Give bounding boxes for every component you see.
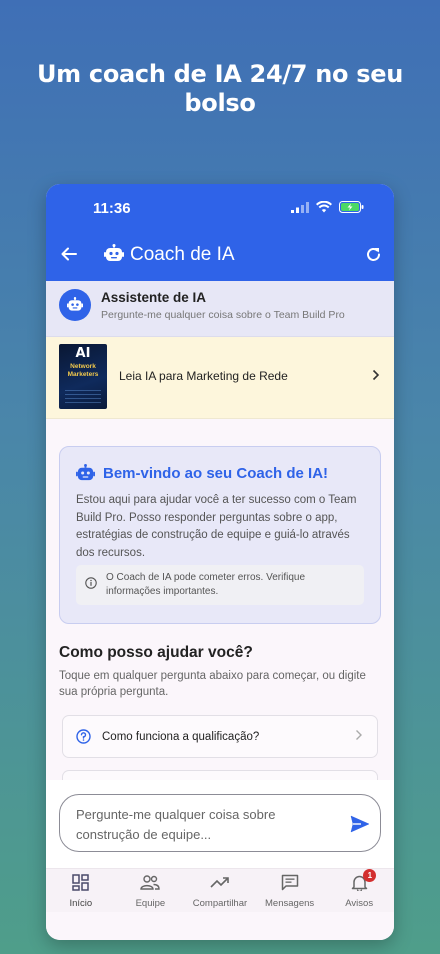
bottom-navigation: Início Equipe Compartilhar Mensagens 1 A… <box>46 868 394 912</box>
page-title: Coach de IA <box>130 244 235 265</box>
group-icon <box>140 875 161 890</box>
book-cover-subtitle-2: Marketers <box>67 371 99 378</box>
book-cover-title: AI <box>75 346 91 361</box>
disclaimer-box: O Coach de IA pode cometer erros. Verifi… <box>76 565 364 605</box>
chevron-right-icon <box>355 729 363 744</box>
dashboard-icon <box>72 874 90 891</box>
robot-icon <box>67 297 83 311</box>
send-icon[interactable] <box>350 815 370 833</box>
battery-icon <box>339 201 364 213</box>
suggested-question-label: Como funciona a qualificação? <box>102 731 260 743</box>
welcome-text: Estou aqui para ajudar você a ter sucess… <box>76 494 357 559</box>
welcome-card: Bem-vindo ao seu Coach de IA! Estou aqui… <box>59 446 381 624</box>
message-icon <box>281 874 298 891</box>
wifi-icon <box>316 201 332 213</box>
book-cover-art <box>65 389 101 403</box>
status-time: 11:36 <box>93 200 131 217</box>
help-title: Como posso ajudar você? <box>59 644 253 661</box>
nav-item-avisos[interactable]: 1 Avisos <box>324 869 394 912</box>
assistant-header: Assistente de IA Pergunte-me qualquer co… <box>46 281 394 337</box>
welcome-title: Bem-vindo ao seu Coach de IA! <box>103 465 329 482</box>
disclaimer-text: O Coach de IA pode cometer erros. Verifi… <box>106 572 305 597</box>
status-icons <box>291 201 364 213</box>
nav-item-mensagens[interactable]: Mensagens <box>255 869 325 912</box>
promo-headline: Um coach de IA 24/7 no seu bolso <box>36 60 404 117</box>
nav-label: Mensagens <box>265 898 315 909</box>
nav-item-inicio[interactable]: Início <box>46 869 116 912</box>
nav-item-equipe[interactable]: Equipe <box>116 869 186 912</box>
back-arrow-icon[interactable] <box>60 245 78 263</box>
info-icon <box>85 577 97 589</box>
home-area <box>46 912 394 940</box>
book-banner[interactable]: AI Network Marketers Leia IA para Market… <box>46 337 394 419</box>
message-composer: Pergunte-me qualquer coisa sobre constru… <box>46 780 394 870</box>
help-subtitle: Toque em qualquer pergunta abaixo para c… <box>59 670 366 698</box>
book-cover: AI Network Marketers <box>59 344 107 409</box>
nav-label: Avisos <box>345 898 374 909</box>
welcome-title-row: Bem-vindo ao seu Coach de IA! <box>76 464 328 483</box>
suggested-question[interactable]: Como funciona a qualificação? <box>62 715 378 758</box>
nav-label: Compartilhar <box>192 898 248 909</box>
message-input[interactable]: Pergunte-me qualquer coisa sobre constru… <box>59 794 381 852</box>
assistant-avatar <box>59 289 91 321</box>
assistant-subtitle: Pergunte-me qualquer coisa sobre o Team … <box>101 309 345 321</box>
notification-badge: 1 <box>363 869 377 882</box>
robot-icon <box>76 464 95 481</box>
nav-label: Equipe <box>135 898 166 909</box>
phone-frame: 11:36 Coach de IA Assistente de IA Pergu… <box>46 184 394 940</box>
help-circle-icon <box>76 729 91 744</box>
book-banner-label: Leia IA para Marketing de Rede <box>119 369 288 383</box>
nav-label: Início <box>69 898 93 909</box>
robot-icon <box>104 244 124 261</box>
signal-icon <box>291 201 309 213</box>
assistant-title: Assistente de IA <box>101 290 207 305</box>
message-placeholder: Pergunte-me qualquer coisa sobre constru… <box>76 807 276 842</box>
refresh-icon[interactable] <box>365 246 382 263</box>
nav-item-compartilhar[interactable]: Compartilhar <box>185 869 255 912</box>
app-bar: 11:36 Coach de IA <box>46 184 394 281</box>
book-cover-subtitle-1: Network <box>70 363 96 370</box>
trending-up-icon <box>210 877 229 888</box>
chevron-right-icon <box>372 368 380 384</box>
